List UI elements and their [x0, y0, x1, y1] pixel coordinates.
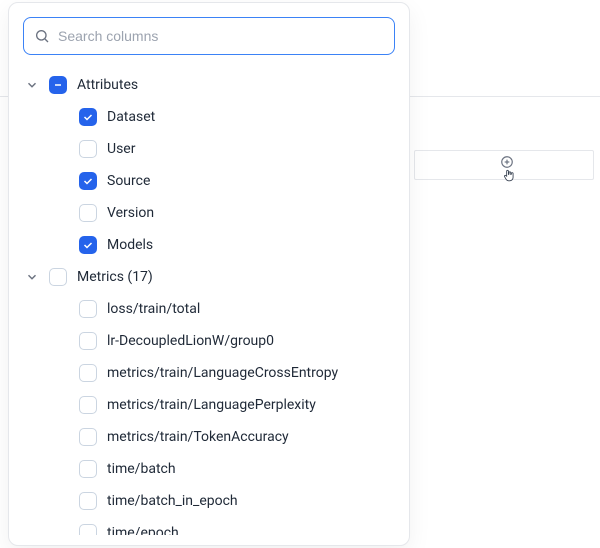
item-label: time/epoch	[107, 525, 179, 535]
checkbox-attributes[interactable]	[49, 76, 67, 94]
checkbox[interactable]	[79, 460, 97, 478]
item-row-lang-cross-entropy[interactable]: metrics/train/LanguageCrossEntropy	[23, 357, 395, 389]
checkbox-version[interactable]	[79, 204, 97, 222]
group-row-attributes[interactable]: Attributes	[23, 69, 395, 101]
checkbox-dataset[interactable]	[79, 108, 97, 126]
item-label: time/batch	[107, 461, 176, 477]
checkbox[interactable]	[79, 428, 97, 446]
item-label: loss/train/total	[107, 301, 200, 317]
item-row-dataset[interactable]: Dataset	[23, 101, 395, 133]
check-icon	[82, 111, 94, 123]
check-icon	[82, 239, 94, 251]
item-label: metrics/train/LanguagePerplexity	[107, 397, 316, 413]
item-row-version[interactable]: Version	[23, 197, 395, 229]
group-label: Attributes	[77, 77, 138, 93]
checkbox[interactable]	[79, 396, 97, 414]
item-row-user[interactable]: User	[23, 133, 395, 165]
search-input[interactable]	[58, 28, 384, 44]
checkbox-models[interactable]	[79, 236, 97, 254]
check-icon	[82, 175, 94, 187]
checkbox[interactable]	[79, 332, 97, 350]
checkbox-metrics[interactable]	[49, 268, 67, 286]
cursor-hand-icon	[502, 167, 516, 183]
item-label: Source	[107, 173, 150, 189]
checkbox[interactable]	[79, 492, 97, 510]
item-row-time-batch[interactable]: time/batch	[23, 453, 395, 485]
dash-icon	[52, 79, 64, 91]
item-label: metrics/train/TokenAccuracy	[107, 429, 289, 445]
item-label: lr-DecoupledLionW/group0	[107, 333, 274, 349]
add-column-button[interactable]	[498, 155, 516, 183]
checkbox[interactable]	[79, 364, 97, 382]
item-row-lang-perplexity[interactable]: metrics/train/LanguagePerplexity	[23, 389, 395, 421]
search-input-wrapper[interactable]	[23, 17, 395, 55]
column-tree: Attributes Dataset User Source Version	[23, 69, 395, 535]
item-label: Version	[107, 205, 154, 221]
chevron-down-icon	[25, 78, 39, 92]
item-row-token-accuracy[interactable]: metrics/train/TokenAccuracy	[23, 421, 395, 453]
column-picker-panel: Attributes Dataset User Source Version	[8, 2, 410, 546]
item-label: metrics/train/LanguageCrossEntropy	[107, 365, 338, 381]
item-row-time-batch-in-epoch[interactable]: time/batch_in_epoch	[23, 485, 395, 517]
item-label: Models	[107, 237, 153, 253]
item-row-time-epoch[interactable]: time/epoch	[23, 517, 395, 535]
group-row-metrics[interactable]: Metrics (17)	[23, 261, 395, 293]
checkbox[interactable]	[79, 300, 97, 318]
item-row-lr-decoupled[interactable]: lr-DecoupledLionW/group0	[23, 325, 395, 357]
item-label: Dataset	[107, 109, 155, 125]
search-icon	[34, 28, 50, 44]
item-row-source[interactable]: Source	[23, 165, 395, 197]
item-label: time/batch_in_epoch	[107, 493, 238, 509]
checkbox-user[interactable]	[79, 140, 97, 158]
item-row-loss-train-total[interactable]: loss/train/total	[23, 293, 395, 325]
checkbox-source[interactable]	[79, 172, 97, 190]
item-label: User	[107, 141, 135, 157]
item-row-models[interactable]: Models	[23, 229, 395, 261]
chevron-down-icon	[25, 270, 39, 284]
checkbox[interactable]	[79, 524, 97, 535]
group-label: Metrics (17)	[77, 269, 153, 285]
